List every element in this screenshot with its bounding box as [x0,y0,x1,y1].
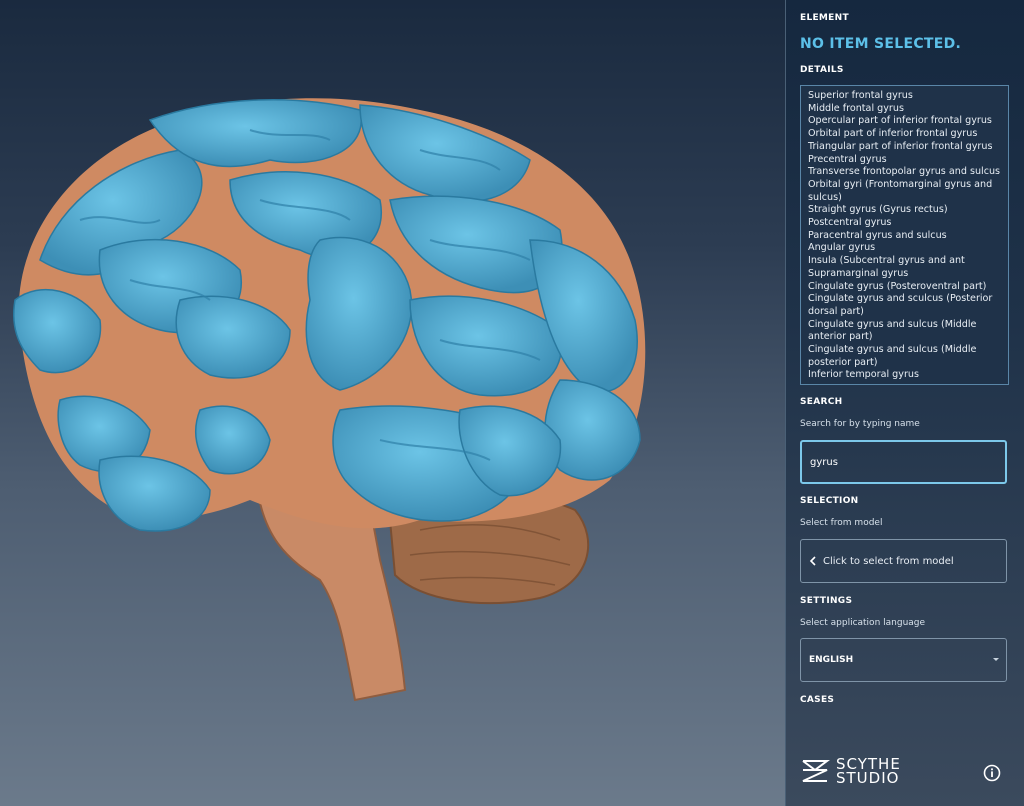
cases-section-title: CASES [800,695,835,705]
search-section-title: SEARCH [800,397,843,407]
element-section-title: ELEMENT [800,13,849,23]
chevron-left-icon [809,556,816,566]
side-panel: ELEMENT NO ITEM SELECTED. DETAILS Superi… [785,0,1024,806]
details-list-item[interactable]: Insula (Subcentral gyrus and ant [808,255,1008,268]
selected-element-value: NO ITEM SELECTED. [800,36,962,52]
language-select[interactable]: ENGLISH [800,638,1007,682]
details-list[interactable]: Superior frontal gyrus Middle frontal gyr… [801,86,1008,382]
details-list-item[interactable]: Transverse frontopolar gyrus and sulcus [808,166,1008,179]
settings-subtitle: Select application language [800,618,926,628]
details-list-item[interactable]: Supramarginal gyrus [808,268,1008,281]
scythe-studio-logo: SCYTHE STUDIO [800,756,901,786]
details-list-item[interactable]: Postcentral gyrus [808,217,1008,230]
details-list-item[interactable]: Cingulate gyrus and sulcus (Middle poste… [808,344,1008,369]
selection-section-title: SELECTION [800,496,859,506]
settings-section-title: SETTINGS [800,596,853,606]
caret-down-icon [993,658,999,661]
details-list-item[interactable]: Triangular part of inferior frontal gyru… [808,141,1008,154]
details-list-item[interactable]: Middle frontal gyrus [808,103,1008,116]
brain-model[interactable] [0,0,785,806]
search-subtitle: Search for by typing name [800,419,920,429]
details-list-item[interactable]: Superior frontal gyrus [808,90,1008,103]
brain-viewport[interactable] [0,0,785,806]
select-from-model-button[interactable]: Click to select from model [800,539,1007,583]
search-input[interactable] [800,440,1007,484]
details-list-item[interactable]: Cingulate gyrus and sulcus (Middle anter… [808,319,1008,344]
details-list-item[interactable]: Inferior temporal gyrus [808,369,1008,382]
details-list-item[interactable]: Paracentral gyrus and sulcus [808,230,1008,243]
details-list-box[interactable]: Superior frontal gyrus Middle frontal gyr… [800,85,1009,385]
info-icon[interactable] [983,764,1001,782]
details-list-item[interactable]: Angular gyrus [808,242,1008,255]
details-list-item[interactable]: Cingulate gyrus (Posteroventral part) [808,281,1008,294]
logo-text: SCYTHE STUDIO [836,755,901,787]
details-list-item[interactable]: Precentral gyrus [808,154,1008,167]
details-list-item[interactable]: Straight gyrus (Gyrus rectus) [808,204,1008,217]
scythe-studio-logo-mark [802,760,830,782]
select-from-model-label: Click to select from model [823,555,954,567]
details-list-item[interactable]: Opercular part of inferior frontal gyrus [808,115,1008,128]
language-select-value: ENGLISH [809,655,854,665]
details-section-title: DETAILS [800,65,844,75]
selection-subtitle: Select from model [800,518,883,528]
details-list-item[interactable]: Orbital gyri (Frontomarginal gyrus and s… [808,179,1008,204]
details-list-item[interactable]: Cingulate gyrus and sculcus (Posterior d… [808,293,1008,318]
details-list-item[interactable]: Orbital part of inferior frontal gyrus [808,128,1008,141]
